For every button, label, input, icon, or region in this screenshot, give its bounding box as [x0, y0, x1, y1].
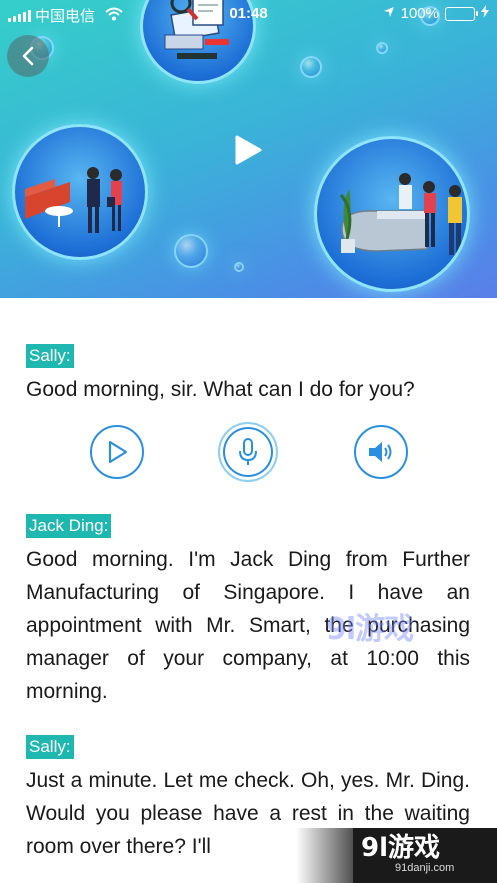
watermark-text: 9l游戏 — [326, 612, 414, 647]
speaker-tag: Sally: — [26, 735, 74, 759]
reception-illustration — [314, 136, 470, 292]
location-icon — [383, 5, 395, 22]
play-recording-button[interactable] — [90, 425, 144, 479]
logo-text: 9l游戏 — [361, 833, 441, 863]
back-button[interactable] — [7, 35, 49, 77]
play-circle-icon — [108, 440, 128, 464]
battery-percent: 100% — [400, 5, 439, 22]
site-logo-watermark: 9l游戏 91danji.com — [353, 828, 497, 883]
small-bubble — [174, 234, 208, 268]
lounge-illustration — [12, 124, 148, 260]
status-bar: 中国电信 01:48 100% — [0, 0, 497, 28]
hero-banner[interactable]: 中国电信 01:48 100% — [0, 0, 497, 298]
small-bubble — [300, 56, 322, 78]
microphone-icon — [239, 438, 257, 465]
charging-icon — [481, 5, 489, 22]
small-bubble — [234, 262, 244, 272]
chevron-left-icon — [22, 46, 34, 66]
logo-domain: 91danji.com — [395, 862, 455, 874]
speaker-tag: Sally: — [26, 344, 74, 368]
play-icon — [235, 135, 262, 165]
dialogue-line: Good morning, sir. What can I do for you… — [26, 378, 415, 401]
small-bubble — [376, 42, 388, 54]
listen-button[interactable] — [354, 425, 408, 479]
battery-icon — [445, 6, 478, 21]
watermark-fade — [296, 828, 356, 883]
speaker-icon — [369, 442, 392, 462]
video-play-button[interactable] — [233, 134, 263, 171]
speaker-tag: Jack Ding: — [26, 514, 112, 538]
record-button[interactable] — [218, 422, 278, 482]
